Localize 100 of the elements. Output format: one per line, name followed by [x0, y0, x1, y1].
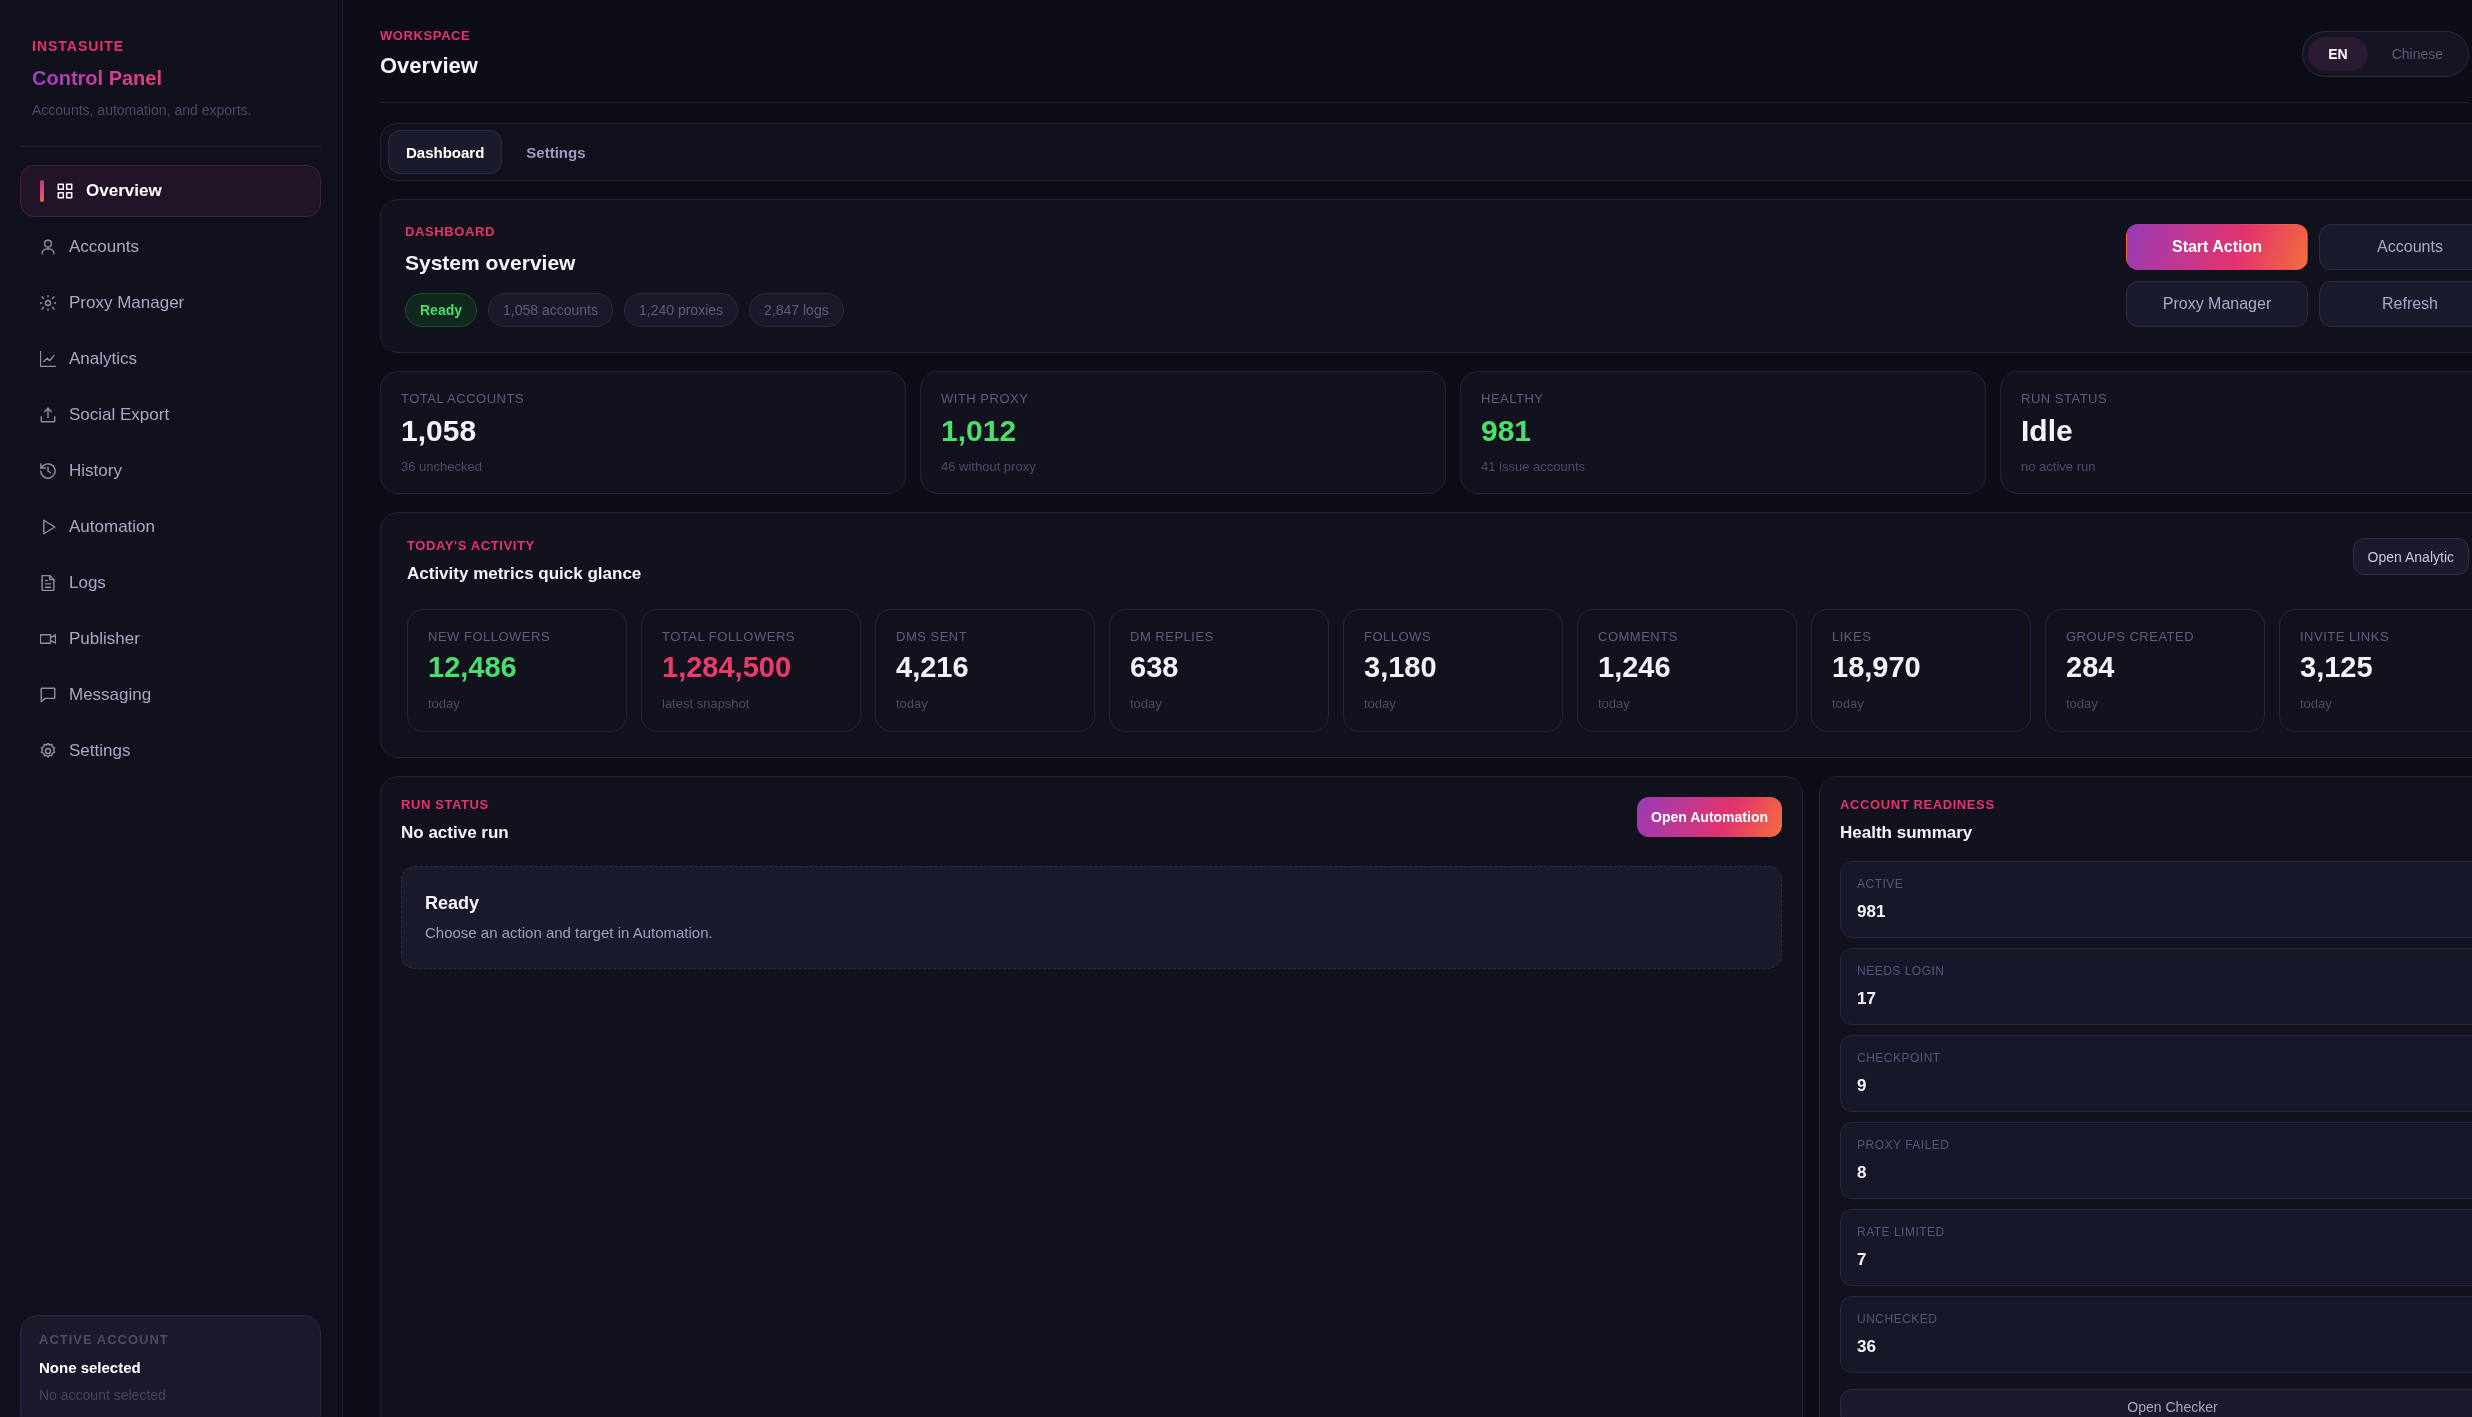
message-text: Choose an action and target in Automation. — [425, 923, 713, 943]
metric-value: 3,125 — [2300, 650, 2373, 684]
app-subtitle: Accounts, automation, and exports. — [32, 101, 252, 119]
metric-label: DMS SENT — [896, 629, 968, 645]
sidebar-item[interactable]: Automation — [20, 501, 321, 553]
active-indicator — [40, 180, 44, 202]
health-label: UNCHECKED — [1857, 1312, 1938, 1326]
stat-label: WITH PROXY — [941, 391, 1029, 407]
metric-label: DM REPLIES — [1130, 629, 1214, 645]
metric-note: today — [2300, 696, 2332, 712]
metric-value: 1,246 — [1598, 650, 1671, 684]
metric-note: today — [1364, 696, 1396, 712]
sidebar-item[interactable]: History — [20, 445, 321, 497]
metric-note: latest snapshot — [662, 696, 750, 712]
grid-icon — [57, 183, 73, 199]
line-chart-icon — [40, 351, 56, 367]
metric-value: 284 — [2066, 650, 2115, 684]
health-value: 8 — [1857, 1162, 1867, 1184]
sun-icon — [40, 295, 56, 311]
section-label: TODAY'S ACTIVITY — [407, 538, 535, 554]
section-label: DASHBOARD — [405, 224, 495, 240]
chat-bubble-icon — [40, 687, 56, 703]
metric-note: today — [1130, 696, 1162, 712]
sidebar-item[interactable]: Logs — [20, 557, 321, 609]
stat-value: Idle — [2021, 413, 2073, 449]
upload-icon — [40, 407, 56, 423]
sidebar-item[interactable]: Settings — [20, 725, 321, 777]
metric-value: 638 — [1130, 650, 1179, 684]
health-label: PROXY FAILED — [1857, 1138, 1950, 1152]
card-label: ACTIVE ACCOUNT — [39, 1332, 169, 1348]
metric-label: TOTAL FOLLOWERS — [662, 629, 795, 645]
stat-note: no active run — [2021, 459, 2096, 475]
sidebar-item[interactable]: Overview — [20, 165, 321, 217]
card-title: Health summary — [1840, 822, 1973, 844]
count-tag: 1,058 accounts — [488, 293, 613, 327]
status-tag: Ready — [405, 293, 478, 327]
sidebar-item[interactable]: Analytics — [20, 333, 321, 385]
health-value: 17 — [1857, 988, 1876, 1010]
health-value: 36 — [1857, 1336, 1876, 1358]
play-icon — [40, 519, 56, 535]
stat-note: 36 unchecked — [401, 459, 482, 475]
stat-note: 41 issue accounts — [1481, 459, 1586, 475]
tab[interactable]: Settings — [508, 130, 604, 174]
metric-note: today — [428, 696, 460, 712]
metric-note: today — [1598, 696, 1630, 712]
gear-icon — [40, 743, 56, 759]
metric-label: INVITE LINKS — [2300, 629, 2390, 645]
language-option[interactable]: EN — [2308, 37, 2368, 71]
action-button[interactable]: Accounts — [2319, 224, 2472, 270]
stat-value: 981 — [1481, 413, 1532, 449]
count-tag: 1,240 proxies — [624, 293, 739, 327]
health-value: 981 — [1857, 901, 1886, 923]
page-title: Overview — [380, 52, 478, 80]
metric-label: GROUPS CREATED — [2066, 629, 2195, 645]
sidebar-item[interactable]: Accounts — [20, 221, 321, 273]
open-automation-button[interactable]: Open Automation — [1637, 797, 1782, 837]
stat-label: HEALTHY — [1481, 391, 1544, 407]
health-label: CHECKPOINT — [1857, 1051, 1941, 1065]
open-checker-button[interactable]: Open Checker — [1840, 1389, 2472, 1417]
health-label: RATE LIMITED — [1857, 1225, 1945, 1239]
metric-value: 12,486 — [428, 650, 517, 684]
health-value: 7 — [1857, 1249, 1867, 1271]
tab[interactable]: Dashboard — [388, 130, 503, 174]
section-label: WORKSPACE — [380, 28, 471, 44]
document-icon — [40, 575, 56, 591]
open-analytics-button[interactable]: Open Analytic — [2352, 538, 2469, 575]
metric-note: today — [1832, 696, 1864, 712]
card-title: No active run — [401, 822, 509, 844]
metric-label: COMMENTS — [1598, 629, 1678, 645]
video-camera-icon — [40, 631, 56, 647]
sidebar-item[interactable]: Publisher — [20, 613, 321, 665]
history-icon — [40, 463, 56, 479]
health-value: 9 — [1857, 1075, 1867, 1097]
metric-value: 3,180 — [1364, 650, 1437, 684]
count-tag: 2,847 logs — [749, 293, 844, 327]
brand-label: INSTASUITE — [32, 38, 126, 55]
sidebar-item[interactable]: Proxy Manager — [20, 277, 321, 329]
account-name: None selected — [39, 1358, 141, 1378]
section-label: ACCOUNT READINESS — [1840, 797, 1995, 813]
stat-value: 1,058 — [401, 413, 477, 449]
metric-label: LIKES — [1832, 629, 1872, 645]
action-button[interactable]: Proxy Manager — [2126, 281, 2308, 327]
section-label: RUN STATUS — [401, 797, 489, 813]
action-button[interactable]: Start Action — [2126, 224, 2308, 270]
health-label: ACTIVE — [1857, 877, 1904, 891]
stat-value: 1,012 — [941, 413, 1017, 449]
sidebar-item[interactable]: Social Export — [20, 389, 321, 441]
sidebar-item[interactable]: Messaging — [20, 669, 321, 721]
action-button[interactable]: Refresh — [2319, 281, 2472, 327]
card-title: Activity metrics quick glance — [407, 563, 642, 585]
metric-value: 1,284,500 — [662, 650, 791, 684]
person-icon — [40, 239, 56, 255]
metric-label: NEW FOLLOWERS — [428, 629, 551, 645]
metric-value: 18,970 — [1832, 650, 1921, 684]
card-title: System overview — [405, 250, 576, 276]
stat-label: TOTAL ACCOUNTS — [401, 391, 525, 407]
message-title: Ready — [425, 892, 480, 914]
stat-label: RUN STATUS — [2021, 391, 2108, 407]
stat-note: 46 without proxy — [941, 459, 1036, 475]
metric-label: FOLLOWS — [1364, 629, 1432, 645]
